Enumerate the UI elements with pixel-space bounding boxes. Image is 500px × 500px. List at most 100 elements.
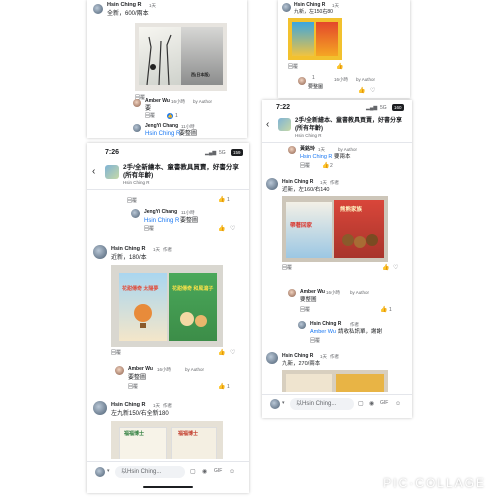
comment-meta: 1天	[153, 247, 161, 252]
avatar[interactable]	[298, 77, 306, 85]
chevron-down-icon[interactable]: ▾	[107, 469, 110, 474]
avatar[interactable]	[288, 289, 296, 297]
avatar[interactable]	[93, 245, 107, 259]
reply-author[interactable]: Amber Wu	[145, 99, 170, 104]
reply-link[interactable]: 回覆	[127, 199, 137, 204]
book-cover	[139, 27, 181, 85]
reply-author[interactable]: 黃銘玲	[300, 147, 315, 152]
comment-meta: 1天	[332, 3, 340, 8]
reply-meta: 16小時	[334, 77, 349, 82]
camera-icon[interactable]: ◉	[202, 469, 207, 475]
comment-author[interactable]: Hsin Ching R	[111, 402, 146, 409]
avatar[interactable]	[298, 321, 306, 329]
reply-link[interactable]: 回覆	[145, 114, 155, 119]
comment-author[interactable]: Hsin Ching R	[111, 246, 146, 253]
author-badge: 作者	[330, 180, 339, 185]
book-title: 花甜傳奇 太陽夢	[122, 286, 159, 292]
reply-author[interactable]: Amber Wu	[128, 367, 153, 372]
avatar[interactable]	[93, 401, 107, 415]
avatar[interactable]	[93, 4, 103, 14]
author-badge: by Author	[338, 147, 358, 152]
reply-author[interactable]: JengYi Chang	[144, 210, 177, 215]
mention-link[interactable]: Hsin Ching R	[144, 218, 179, 224]
mention-link[interactable]: Hsin Ching R	[145, 131, 180, 137]
book-title: 福福博士	[124, 431, 145, 437]
post-photo[interactable]: 西(日本版)	[135, 23, 227, 91]
composer-avatar[interactable]	[270, 399, 280, 409]
reply-text: 要整圖	[300, 297, 317, 303]
sticker-icon[interactable]: ▢	[190, 469, 196, 475]
top-left-snippet: Hsin Ching R 1天 全新，600/兩本 西(日本版) 回覆 Ambe…	[87, 0, 247, 138]
heart-icon[interactable]: ♡	[393, 265, 398, 271]
post-photo[interactable]: 福福博士 福福博士	[111, 421, 223, 459]
like-count: 1	[175, 113, 178, 119]
thumbs-up-icon[interactable]: 👍	[218, 226, 225, 232]
book-cover: 福福博士	[119, 427, 167, 459]
thumbs-up-icon[interactable]: 👍	[382, 265, 389, 271]
back-chevron-icon[interactable]: ‹	[92, 167, 95, 177]
comment-author[interactable]: Hsin Ching R	[282, 180, 313, 185]
reply-link[interactable]: 回覆	[111, 351, 121, 356]
group-avatar[interactable]	[278, 118, 291, 131]
reply-link[interactable]: 回覆	[310, 339, 320, 344]
reply-link[interactable]: 回覆	[300, 164, 310, 169]
heart-icon[interactable]: ♡	[230, 226, 235, 232]
reply-author[interactable]: Hsin Ching R	[310, 322, 341, 327]
heart-icon[interactable]: ♡	[230, 350, 235, 356]
sticker-icon[interactable]: ▢	[358, 401, 364, 407]
comment-author[interactable]: Hsin Ching R	[282, 354, 313, 359]
heart-icon[interactable]: ♡	[370, 88, 375, 94]
status-time: 7:22	[276, 104, 291, 111]
thumbs-up-icon[interactable]: 👍	[322, 163, 329, 169]
thumbs-up-icon[interactable]: 👍	[380, 307, 387, 313]
composer-avatar[interactable]	[95, 467, 105, 477]
avatar[interactable]	[266, 352, 278, 364]
avatar[interactable]	[288, 146, 296, 154]
author-badge: 作者	[163, 403, 172, 408]
gif-icon[interactable]: GIF	[214, 469, 222, 474]
thumbs-up-icon[interactable]: 👍	[218, 197, 225, 203]
chevron-down-icon[interactable]: ▾	[282, 401, 285, 406]
gif-icon[interactable]: GIF	[380, 401, 388, 406]
mention-link[interactable]: Hsin Ching R	[300, 154, 332, 161]
avatar[interactable]	[115, 366, 124, 375]
author-badge: by Author	[185, 367, 205, 372]
post-photo[interactable]: 花甜傳奇 太陽夢 花甜傳奇 和風瀉子	[111, 265, 223, 347]
avatar[interactable]	[133, 124, 141, 132]
emoji-icon[interactable]: ☺	[395, 401, 401, 407]
avatar[interactable]	[131, 209, 140, 218]
book-cover: 帶著回家	[286, 202, 332, 258]
reply-link[interactable]: 回覆	[144, 227, 154, 232]
thumbs-up-icon[interactable]: 👍	[358, 88, 365, 94]
reply-text: 要整圖	[180, 218, 199, 224]
like-badge-icon: 👍	[167, 113, 173, 119]
reply-link[interactable]: 回覆	[300, 308, 310, 313]
group-avatar[interactable]	[105, 165, 119, 179]
reply-author[interactable]: JengYi Chang	[145, 124, 178, 129]
reply-link[interactable]: 回覆	[128, 385, 138, 390]
comment-author[interactable]: Hsin Ching R	[294, 3, 325, 8]
post-photo[interactable]	[282, 370, 388, 392]
reply-author[interactable]: Amber Wu	[300, 290, 325, 295]
comment-input[interactable]: 以Hsin Ching...	[115, 466, 185, 478]
watermark: PIC·COLLAGE	[383, 476, 486, 490]
mention-link[interactable]: Amber Wu	[310, 329, 336, 336]
back-chevron-icon[interactable]: ‹	[266, 120, 269, 130]
thumbs-up-icon[interactable]: 👍	[336, 64, 343, 70]
battery-indicator: 160	[392, 104, 404, 111]
avatar[interactable]	[133, 99, 141, 107]
emoji-icon[interactable]: ☺	[229, 469, 235, 475]
thumbs-up-icon[interactable]: 👍	[218, 384, 225, 390]
book-title: 帶著回家	[290, 223, 313, 229]
avatar[interactable]	[266, 178, 278, 190]
comment-input[interactable]: 以Hsin Ching...	[290, 398, 354, 410]
avatar[interactable]	[282, 3, 291, 12]
book-cover	[336, 374, 384, 392]
reply-link[interactable]: 回覆	[282, 266, 292, 271]
reply-link[interactable]: 回覆	[288, 65, 298, 70]
post-photo[interactable]	[288, 18, 342, 60]
camera-icon[interactable]: ◉	[369, 401, 374, 407]
thumbs-up-icon[interactable]: 👍	[218, 350, 225, 356]
comment-author[interactable]: Hsin Ching R	[107, 2, 142, 9]
post-photo[interactable]: 帶著回家 熊熊家族	[282, 196, 388, 262]
